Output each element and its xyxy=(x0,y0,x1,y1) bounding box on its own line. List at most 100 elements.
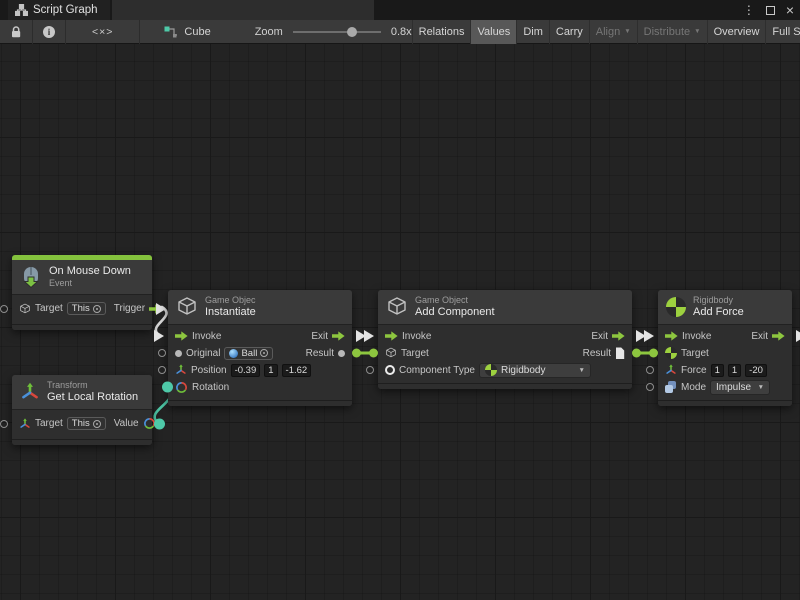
value-port-icon xyxy=(175,350,182,357)
node-header[interactable]: Rigidbody Add Force xyxy=(658,290,792,325)
dim-button[interactable]: Dim xyxy=(516,20,549,44)
info-button[interactable]: i xyxy=(33,20,66,44)
node-title: Add Force xyxy=(693,306,744,319)
prefab-ball-icon xyxy=(229,349,238,358)
original-input-port[interactable] xyxy=(158,349,166,357)
this-object-chip[interactable]: This xyxy=(67,417,106,430)
position-y-field[interactable]: 1 xyxy=(264,364,277,377)
info-icon: i xyxy=(43,26,55,38)
invoke-input-port[interactable] xyxy=(644,330,654,342)
fullscreen-button[interactable]: Full Screen xyxy=(765,20,800,44)
code-view-button[interactable]: <×> xyxy=(66,20,140,44)
invoke-label: Invoke xyxy=(682,331,711,342)
game-object-icon xyxy=(19,303,31,315)
target-connection[interactable] xyxy=(632,349,658,358)
relations-button[interactable]: Relations xyxy=(412,20,471,44)
target-label: Target xyxy=(35,303,63,314)
maximize-icon[interactable] xyxy=(766,6,775,15)
ball-object-chip[interactable]: Ball xyxy=(224,347,273,360)
force-y-field[interactable]: 1 xyxy=(728,364,741,377)
position-z-field[interactable]: -1.62 xyxy=(282,364,312,377)
node-category: Game Objec xyxy=(205,295,256,306)
menu-kebab-icon[interactable]: ⋮ xyxy=(743,4,755,16)
node-footer xyxy=(658,400,792,406)
trigger-label: Trigger xyxy=(114,303,145,314)
zoom-slider-handle[interactable] xyxy=(347,27,357,37)
exit-label: Exit xyxy=(591,331,608,342)
values-button[interactable]: Values xyxy=(470,20,516,44)
node-header[interactable]: Game Object Add Component xyxy=(378,290,632,325)
graph-breadcrumb-icon xyxy=(164,26,178,38)
distribute-dropdown[interactable]: Distribute ▼ xyxy=(637,20,707,44)
game-object-icon xyxy=(385,347,397,359)
object-picker-icon[interactable] xyxy=(93,420,101,428)
exit-output-port[interactable] xyxy=(796,330,800,342)
mode-input-port[interactable] xyxy=(646,383,654,391)
align-dropdown[interactable]: Align ▼ xyxy=(589,20,637,44)
original-label: Original xyxy=(186,348,220,359)
rotation-icon xyxy=(175,381,188,394)
component-type-input-port[interactable] xyxy=(366,366,374,374)
invoke-input-port[interactable] xyxy=(154,330,164,342)
node-header[interactable]: Game Objec Instantiate xyxy=(168,290,352,325)
force-input-port[interactable] xyxy=(646,366,654,374)
node-header[interactable]: Transform Get Local Rotation xyxy=(12,375,152,410)
trigger-output-port[interactable] xyxy=(156,303,166,315)
node-title: On Mouse Down xyxy=(49,265,131,278)
target-input-port[interactable] xyxy=(0,420,8,428)
node-add-component[interactable]: Game Object Add Component Invoke Exit xyxy=(378,290,632,389)
zoom-slider[interactable] xyxy=(293,26,381,38)
lock-button[interactable] xyxy=(0,20,33,44)
value-output-port[interactable] xyxy=(154,418,165,429)
tab-title: Script Graph xyxy=(33,4,98,16)
object-picker-icon[interactable] xyxy=(260,349,268,357)
port-row: Rotation xyxy=(168,379,352,396)
target-input-port[interactable] xyxy=(0,305,8,313)
node-on-mouse-down[interactable]: On Mouse Down Event Target This Trigger xyxy=(12,255,152,330)
result-label: Result xyxy=(583,348,611,359)
node-instantiate[interactable]: Game Objec Instantiate Invoke Exit xyxy=(168,290,352,406)
carry-button[interactable]: Carry xyxy=(549,20,589,44)
position-x-field[interactable]: -0.39 xyxy=(231,364,261,377)
flow-arrow-icon xyxy=(332,331,345,341)
tab-script-graph[interactable]: Script Graph xyxy=(8,0,110,20)
type-port-icon xyxy=(385,365,395,375)
chevron-down-icon: ▼ xyxy=(758,384,764,391)
object-picker-icon[interactable] xyxy=(93,305,101,313)
result-output-port[interactable] xyxy=(338,350,345,357)
force-x-field[interactable]: 1 xyxy=(711,364,724,377)
node-category: Transform xyxy=(47,380,138,391)
graph-canvas[interactable]: On Mouse Down Event Target This Trigger xyxy=(0,44,800,600)
target-connection[interactable] xyxy=(352,349,378,358)
node-header[interactable]: On Mouse Down Event xyxy=(12,260,152,295)
zoom-slider-track[interactable] xyxy=(293,31,381,33)
rotation-input-port[interactable] xyxy=(162,382,173,393)
component-type-dropdown[interactable]: Rigidbody ▼ xyxy=(479,363,591,378)
target-label: Target xyxy=(35,418,63,429)
port-row: Target This Trigger xyxy=(12,298,152,320)
vector3-icon xyxy=(665,364,677,376)
rigidbody-icon xyxy=(485,364,497,376)
position-input-port[interactable] xyxy=(158,366,166,374)
node-get-local-rotation[interactable]: Transform Get Local Rotation Target This… xyxy=(12,375,152,445)
titlebar: Script Graph ⋮ × xyxy=(0,0,800,20)
overview-button[interactable]: Overview xyxy=(707,20,766,44)
mode-label: Mode xyxy=(681,382,706,393)
toolbar-right: Relations Values Dim Carry Align ▼ Distr… xyxy=(412,20,800,44)
breadcrumb-graph[interactable]: Cube xyxy=(164,26,210,38)
port-row: Position -0.39 1 -1.62 xyxy=(168,362,352,379)
toolbar: i <×> Cube Zoom 0.8x Relations Values Di… xyxy=(0,20,800,44)
position-label: Position xyxy=(191,365,227,376)
invoke-input-port[interactable] xyxy=(364,330,374,342)
force-z-field[interactable]: -20 xyxy=(745,364,767,377)
this-object-chip[interactable]: This xyxy=(67,302,106,315)
chevron-down-icon: ▼ xyxy=(579,367,585,374)
close-icon[interactable]: × xyxy=(786,3,794,17)
port-row: Mode Impulse ▼ xyxy=(658,379,792,396)
force-mode-dropdown[interactable]: Impulse ▼ xyxy=(710,380,770,395)
node-add-force[interactable]: Rigidbody Add Force Invoke Exit T xyxy=(658,290,792,406)
rotation-label: Rotation xyxy=(192,382,229,393)
mouse-down-icon xyxy=(20,266,42,288)
node-title: Instantiate xyxy=(205,306,256,319)
flow-row: Invoke Exit xyxy=(378,328,632,345)
